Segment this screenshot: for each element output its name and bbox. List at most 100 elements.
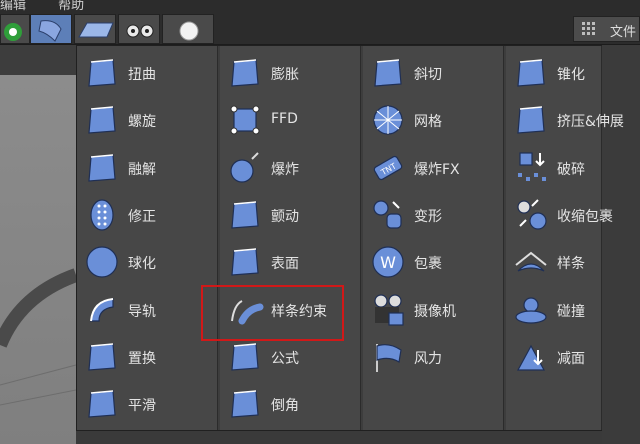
menu-item-explosion[interactable]: 爆炸 [219,145,359,192]
menu-item-explosion-fx[interactable]: TNT 爆炸FX [362,145,502,192]
menu-item-polygon-reduction[interactable]: 减面 [505,334,640,381]
menu-item-ffd[interactable]: FFD [219,97,359,144]
menu-item-melt[interactable]: 融解 [76,145,216,192]
menu-item-bevel[interactable]: 倒角 [219,381,359,428]
twist-icon [83,101,121,139]
menu-item-shear[interactable]: 斜切 [362,50,502,97]
menu-item-label: FFD [271,111,298,127]
wrap-icon: W [369,243,407,281]
viewport[interactable] [0,45,76,444]
menu-item-bend[interactable]: 扭曲 [76,50,216,97]
menu-item-label: 融解 [128,162,156,178]
menu-item-label: 斜切 [414,67,442,83]
menu-item-spline[interactable]: 样条 [505,239,640,286]
menu-item-label: 样条 [557,256,585,272]
jiggle-icon [226,196,264,234]
menu-help[interactable]: 帮助 [58,0,84,13]
smoothing-icon [83,385,121,423]
ffd-icon [226,101,264,139]
menu-item-collision[interactable]: 碰撞 [505,287,640,334]
shrink-wrap-icon [512,196,550,234]
menu-item-label: 平滑 [128,398,156,414]
grid-icon [582,22,595,35]
bulge-icon [226,54,264,92]
collision-icon [512,291,550,329]
menu-item-label: 减面 [557,351,585,367]
spline-icon [512,243,550,281]
menu-item-label: 公式 [271,351,299,367]
menu-item-camera[interactable]: 摄像机 [362,287,502,334]
squash-stretch-icon [512,101,550,139]
menu-item-label: 变形 [414,209,442,225]
menu-item-spherify[interactable]: 球化 [76,239,216,286]
flower-icon [4,23,22,41]
menu-item-twist[interactable]: 螺旋 [76,97,216,144]
menu-item-rail[interactable]: 导轨 [76,287,216,334]
eyes-icon [126,24,154,38]
taper-icon [512,54,550,92]
melt-icon [83,149,121,187]
menu-item-morph[interactable]: 变形 [362,192,502,239]
menu-item-label: 包裹 [414,256,442,272]
explosion-fx-icon: TNT [369,149,407,187]
bend-icon [38,20,62,42]
wind-icon [369,338,407,376]
menu-item-label: 挤压&伸展 [557,114,624,130]
light-bulb-icon [179,21,199,41]
camera-icon [369,291,407,329]
camera-tool-button[interactable] [118,14,160,44]
shear-icon [369,54,407,92]
spherify-icon [83,243,121,281]
menu-item-label: 扭曲 [128,67,156,83]
menu-item-label: 球化 [128,256,156,272]
menu-item-wind[interactable]: 风力 [362,334,502,381]
menu-item-correction[interactable]: 修正 [76,192,216,239]
correction-icon [83,196,121,234]
menu-item-label: 破碎 [557,162,585,178]
menu-item-jiggle[interactable]: 颤动 [219,192,359,239]
surface-icon [226,243,264,281]
menu-item-mesh[interactable]: 网格 [362,97,502,144]
light-tool-button[interactable] [162,14,214,44]
menu-item-formula[interactable]: 公式 [219,334,359,381]
svg-text:W: W [380,253,396,272]
bend-icon [83,54,121,92]
menu-item-label: 倒角 [271,398,299,414]
scene-tool-button[interactable] [74,14,116,44]
file-label: 文件 [610,25,637,40]
menu-edit[interactable]: 编辑 [0,0,26,13]
menu-item-label: 风力 [414,351,442,367]
menu-item-shrink-wrap[interactable]: 收缩包裹 [505,192,640,239]
menu-item-shatter[interactable]: 破碎 [505,145,640,192]
polygon-reduction-icon [512,338,550,376]
shatter-icon [512,149,550,187]
menu-item-displacer[interactable]: 置换 [76,334,216,381]
menu-item-label: 颤动 [271,209,299,225]
menu-item-label: 碰撞 [557,304,585,320]
menu-item-label: 螺旋 [128,114,156,130]
menu-item-smoothing[interactable]: 平滑 [76,381,216,428]
mesh-icon [369,101,407,139]
menu-item-label: 置换 [128,351,156,367]
menu-item-label: 膨胀 [271,67,299,83]
menu-item-label: 爆炸 [271,162,299,178]
menu-item-surface[interactable]: 表面 [219,239,359,286]
menu-item-label: 导轨 [128,304,156,320]
menu-item-squash-stretch[interactable]: 挤压&伸展 [505,97,640,144]
menu-item-bulge[interactable]: 膨胀 [219,50,359,97]
displacer-icon [83,338,121,376]
morph-icon [369,196,407,234]
top-menu: 编辑 帮助 [0,0,112,13]
file-button[interactable]: 文件 [573,16,640,42]
menu-item-label: 锥化 [557,67,585,83]
menu-item-wrap[interactable]: W 包裹 [362,239,502,286]
menu-item-taper[interactable]: 锥化 [505,50,640,97]
menu-item-label: 摄像机 [414,304,456,320]
bevel-icon [226,385,264,423]
highlight-box [201,285,344,341]
deformer-tool-button[interactable] [30,14,72,44]
menu-item-label: 收缩包裹 [557,209,613,225]
generator-tool-button[interactable] [0,14,30,44]
menu-item-label: 爆炸FX [414,162,460,178]
menu-item-label: 修正 [128,209,156,225]
